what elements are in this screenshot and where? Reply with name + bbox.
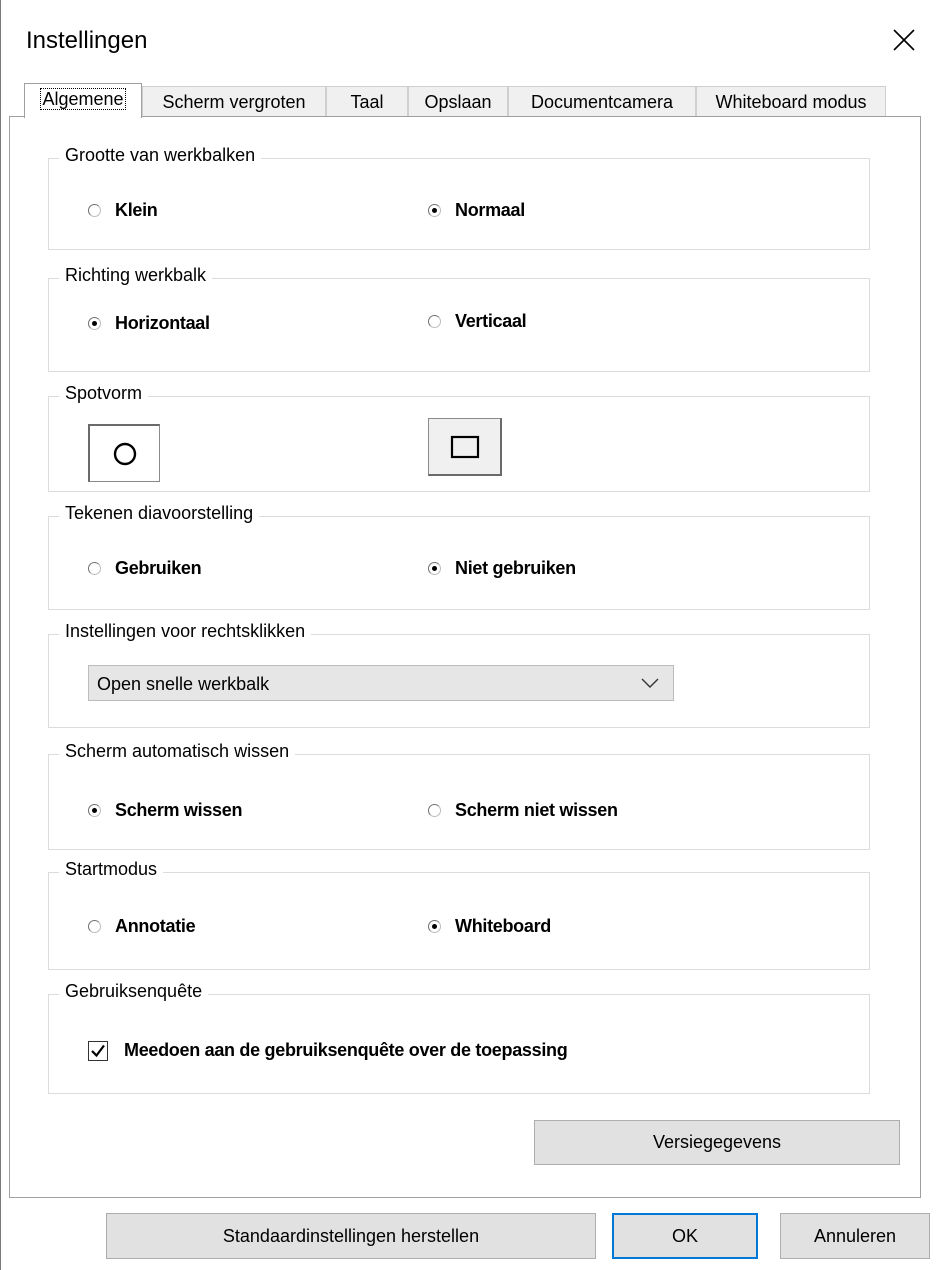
radio-label: Whiteboard bbox=[455, 916, 551, 936]
close-icon bbox=[893, 29, 915, 51]
radio-gebruiken[interactable]: Gebruiken bbox=[88, 558, 202, 579]
radio-label: Verticaal bbox=[455, 311, 527, 331]
tab-algemene[interactable]: Algemene bbox=[24, 83, 142, 118]
close-button[interactable] bbox=[880, 16, 928, 64]
group-legend: Tekenen diavoorstelling bbox=[59, 503, 260, 524]
radio-label: Scherm wissen bbox=[115, 800, 243, 820]
radio-indicator bbox=[88, 804, 101, 817]
radio-label: Klein bbox=[115, 200, 158, 220]
group-legend: Grootte van werkbalken bbox=[59, 145, 262, 166]
tab-taal[interactable]: Taal bbox=[326, 86, 408, 117]
spot-circle-button[interactable] bbox=[88, 424, 160, 482]
radio-scherm-wissen[interactable]: Scherm wissen bbox=[88, 800, 242, 821]
group-legend: Scherm automatisch wissen bbox=[59, 741, 296, 762]
tab-documentcamera[interactable]: Documentcamera bbox=[508, 86, 696, 117]
dropdown-value: Open snelle werkbalk bbox=[97, 674, 270, 694]
radio-indicator bbox=[428, 804, 441, 817]
radio-indicator bbox=[428, 315, 441, 328]
square-icon bbox=[450, 435, 479, 458]
window-title: Instellingen bbox=[26, 27, 148, 54]
radio-indicator bbox=[428, 562, 441, 575]
checkbox-label: Meedoen aan de gebruiksenquête over de t… bbox=[124, 1040, 568, 1060]
radio-annotatie[interactable]: Annotatie bbox=[88, 916, 196, 937]
survey-checkbox[interactable]: Meedoen aan de gebruiksenquête over de t… bbox=[88, 1040, 568, 1061]
tab-whiteboard-modus[interactable]: Whiteboard modus bbox=[696, 86, 886, 117]
spot-square-button[interactable] bbox=[428, 418, 502, 476]
group-legend: Instellingen voor rechtsklikken bbox=[59, 621, 312, 642]
chevron-down-icon bbox=[641, 678, 659, 688]
radio-horizontaal[interactable]: Horizontaal bbox=[88, 313, 210, 334]
group-legend: Gebruiksenquête bbox=[59, 981, 209, 1002]
radio-scherm-niet-wissen[interactable]: Scherm niet wissen bbox=[428, 800, 618, 821]
window-left-edge bbox=[0, 0, 1, 1270]
radio-indicator bbox=[88, 204, 101, 217]
radio-indicator bbox=[428, 204, 441, 217]
group-legend: Startmodus bbox=[59, 859, 164, 880]
version-info-button[interactable]: Versiegegevens bbox=[534, 1120, 900, 1165]
radio-label: Normaal bbox=[455, 200, 525, 220]
circle-icon bbox=[113, 442, 136, 465]
radio-normaal[interactable]: Normaal bbox=[428, 200, 525, 221]
cancel-button[interactable]: Annuleren bbox=[780, 1213, 930, 1259]
radio-indicator bbox=[88, 317, 101, 330]
right-click-dropdown[interactable]: Open snelle werkbalk bbox=[88, 665, 674, 701]
group-legend: Spotvorm bbox=[59, 383, 149, 404]
radio-verticaal[interactable]: Verticaal bbox=[428, 311, 527, 332]
radio-indicator bbox=[88, 562, 101, 575]
group-legend: Richting werkbalk bbox=[59, 265, 213, 286]
tab-label: Algemene bbox=[40, 88, 126, 110]
tab-opslaan[interactable]: Opslaan bbox=[408, 86, 508, 117]
radio-label: Annotatie bbox=[115, 916, 196, 936]
radio-niet-gebruiken[interactable]: Niet gebruiken bbox=[428, 558, 576, 579]
tab-scherm-vergroten[interactable]: Scherm vergroten bbox=[142, 86, 326, 117]
radio-indicator bbox=[88, 920, 101, 933]
radio-label: Niet gebruiken bbox=[455, 558, 576, 578]
radio-indicator bbox=[428, 920, 441, 933]
checkmark-icon bbox=[91, 1044, 105, 1057]
restore-defaults-button[interactable]: Standaardinstellingen herstellen bbox=[106, 1213, 596, 1259]
radio-whiteboard[interactable]: Whiteboard bbox=[428, 916, 551, 937]
ok-button[interactable]: OK bbox=[612, 1213, 758, 1259]
checkbox-box bbox=[88, 1040, 108, 1061]
radio-label: Scherm niet wissen bbox=[455, 800, 618, 820]
radio-label: Horizontaal bbox=[115, 313, 210, 333]
radio-label: Gebruiken bbox=[115, 558, 202, 578]
radio-klein[interactable]: Klein bbox=[88, 200, 158, 221]
